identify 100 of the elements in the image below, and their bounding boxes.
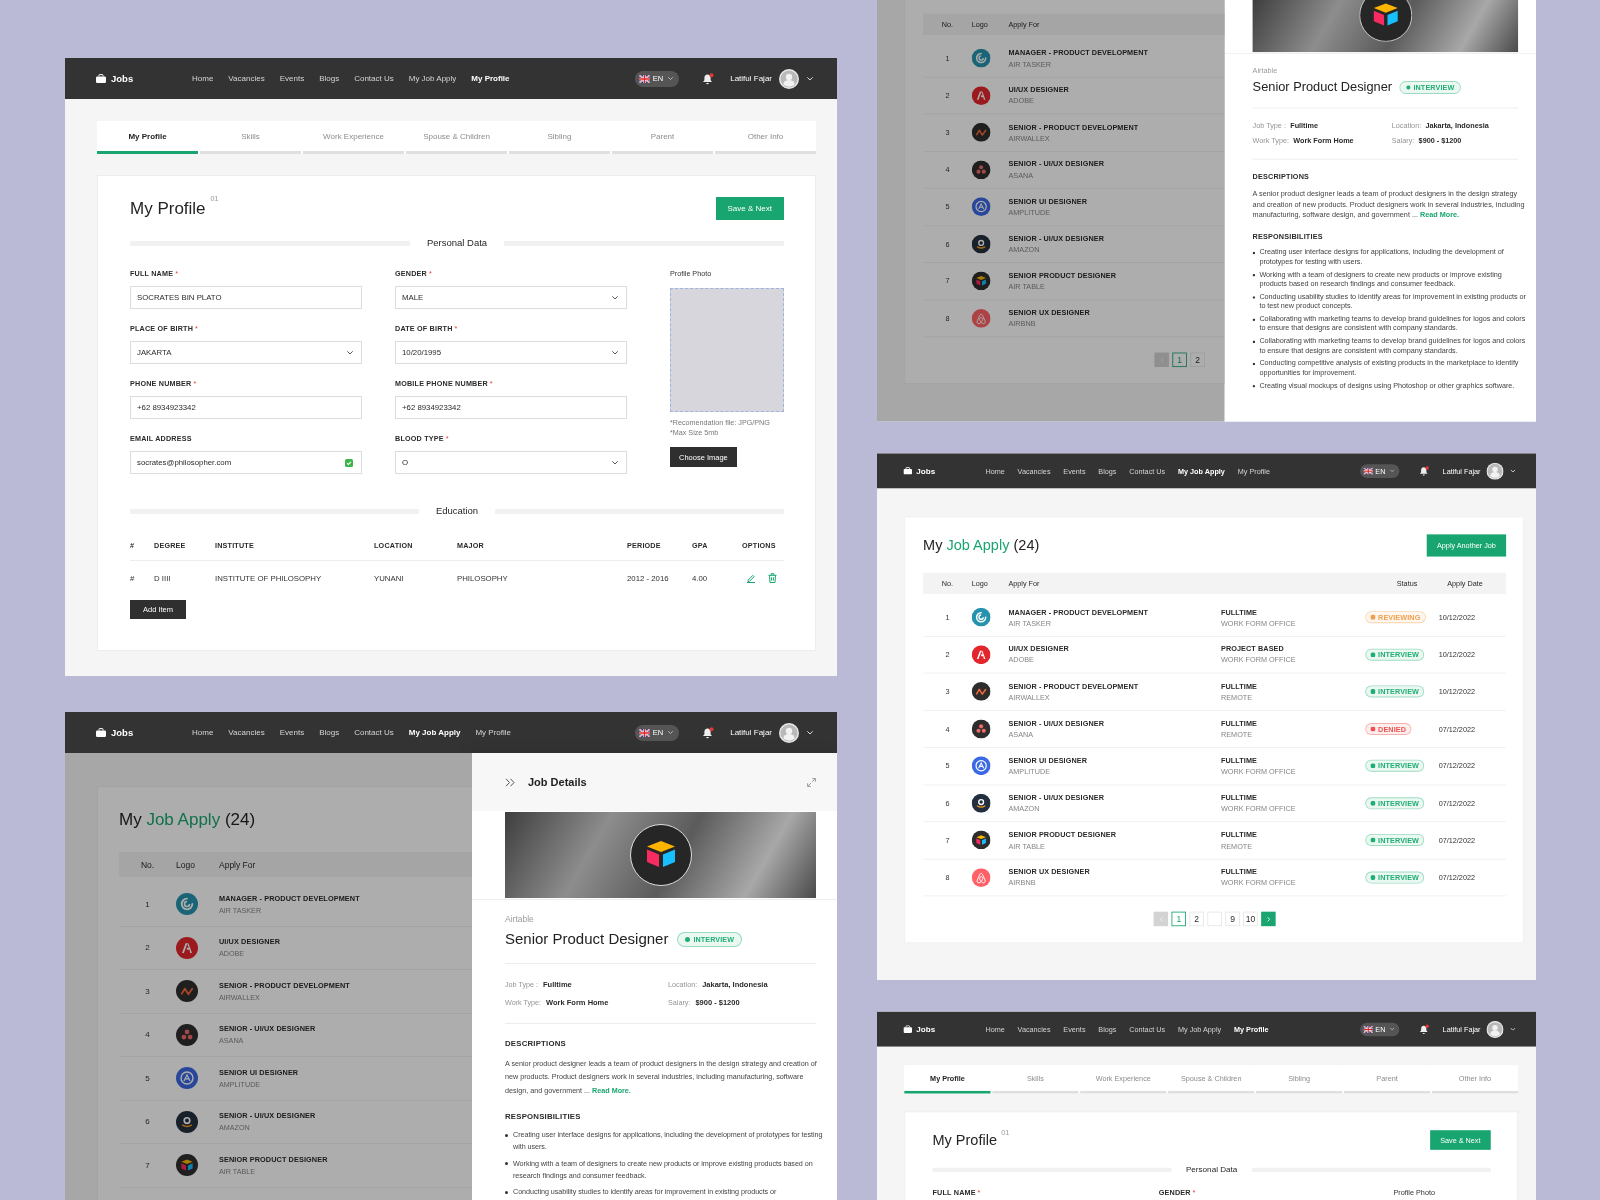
edit-icon[interactable] [746,573,756,583]
chevron-down-icon [612,460,618,465]
avatar-icon [1486,462,1504,480]
nav-link[interactable]: Blogs [319,728,340,737]
trash-icon[interactable] [768,573,777,583]
brand-name[interactable]: Jobs [916,466,936,476]
expand-icon[interactable] [807,777,816,787]
company-name: Airtable [505,913,535,925]
bell-icon[interactable] [702,72,715,85]
nav-link[interactable]: My Profile [471,74,510,83]
nav-link[interactable]: Vacancies [228,728,265,737]
loop-logo-icon [971,867,991,887]
briefcase-icon [903,466,912,475]
three-dots-logo-icon [971,719,991,739]
avatar-icon [1486,1020,1504,1038]
page-title: My Profile [130,197,206,220]
row-number: 6 [144,1117,151,1127]
nav-link[interactable]: My Profile [475,728,511,737]
bell-icon[interactable] [1418,1023,1429,1035]
zigzag-logo-icon [176,980,198,1003]
page-button[interactable]: 2 [1189,911,1204,927]
bullet-icon [1252,251,1256,255]
zigzag-logo-icon [971,682,991,702]
avatar-icon [779,722,799,743]
flag-icon [1363,467,1373,475]
bullet-icon [1252,340,1256,343]
nav-link[interactable]: Contact Us [354,728,394,737]
bullet-icon [505,1162,508,1166]
nav-link[interactable]: My Job Apply [408,728,461,737]
cube-logo-icon [1358,0,1412,42]
zigzag-logo-icon [971,123,991,142]
loop-logo-icon [971,308,991,328]
bullet-icon [505,1133,508,1137]
swirl-logo-icon [176,893,198,916]
three-dots-logo-icon [971,160,991,180]
bell-icon[interactable] [1418,465,1429,476]
circled-a-logo-icon [971,756,991,776]
page-button[interactable]: 10 [1243,911,1258,927]
page-button[interactable]: 9 [1225,911,1240,927]
row-number: 1 [144,899,151,909]
nav-link[interactable]: Blogs [319,74,340,83]
nav-link[interactable]: Events [279,728,305,737]
bullet-icon [1252,384,1256,388]
column-header: Apply For [219,859,257,870]
cube-logo-icon [176,1154,198,1177]
circled-a-logo-icon [971,197,991,217]
bullet-icon [1252,318,1256,321]
caret-icon [668,77,674,80]
caret-icon [1510,1027,1516,1031]
bell-icon[interactable] [702,726,715,739]
row-number: 3 [144,986,151,996]
row-number: 4 [144,1030,151,1040]
column-header: No. [139,859,156,870]
section-title: Personal Data [425,237,489,249]
three-dots-logo-icon [176,1023,198,1046]
page-button[interactable]: 2 [1190,352,1205,368]
circled-a-logo-icon [176,1067,198,1090]
cube-logo-icon [971,271,991,291]
chevron-down-icon [612,350,618,355]
page-title: My Job Apply (24) [923,536,1040,555]
cube-logo-icon [971,830,991,850]
section-title: Personal Data [1184,1164,1239,1175]
nav-link[interactable]: Contact Us [354,74,394,83]
user-name[interactable]: Latiful Fajar [730,74,772,83]
avatar-icon [779,68,799,89]
smile-logo-icon [971,793,991,813]
nav-link[interactable]: Home [192,74,214,83]
nav-link[interactable]: Home [192,728,214,737]
bullet-icon [505,1190,508,1194]
job-title: Senior Product Designer [1252,78,1393,96]
caret-icon [668,731,674,734]
double-chevron-icon[interactable] [505,777,515,787]
swirl-logo-icon [971,48,991,68]
page-title: My Job Apply (24) [119,809,256,831]
chevron-right-icon [1266,916,1271,922]
nav-link[interactable]: Events [279,74,305,83]
user-name[interactable]: Latiful Fajar [730,728,772,737]
brand-name[interactable]: Jobs [916,1024,936,1034]
caret-icon [1389,469,1394,473]
job-title: Senior Product Designer [505,929,669,949]
bullet-icon [1252,273,1256,277]
swirl-logo-icon [971,608,991,627]
next-page-button[interactable] [1261,911,1276,927]
brand-name[interactable]: Jobs [111,73,134,84]
nav-link[interactable]: Vacancies [228,74,265,83]
bullet-icon [1252,295,1256,299]
letter-a-logo-icon [971,645,991,664]
briefcase-icon [903,1025,912,1033]
section-title: Education [434,505,480,517]
caret-icon [807,730,813,735]
drawer-title: Job Details [528,776,587,788]
chevron-down-icon [347,350,353,355]
briefcase-icon [96,728,106,737]
smile-logo-icon [176,1110,198,1133]
brand-name[interactable]: Jobs [111,727,134,738]
letter-a-logo-icon [176,936,198,959]
bullet-icon [1252,362,1256,365]
row-number: 5 [144,1073,151,1083]
nav-link[interactable]: My Job Apply [408,74,457,83]
page-title: My Profile [932,1130,997,1150]
